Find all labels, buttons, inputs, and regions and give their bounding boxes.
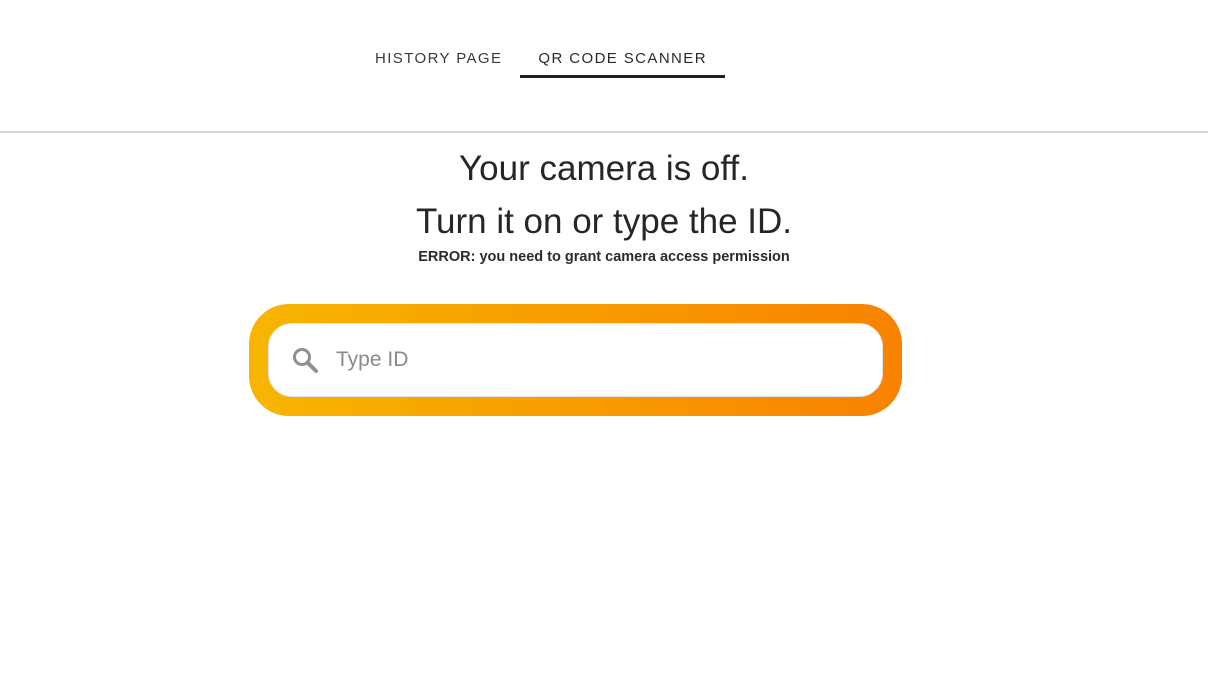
- tab-qr-code-scanner[interactable]: QR CODE SCANNER: [520, 40, 725, 78]
- search-box[interactable]: [268, 323, 883, 397]
- error-prefix: ERROR:: [418, 249, 476, 265]
- search-icon: [290, 345, 320, 375]
- error-message: ERROR: you need to grant camera access p…: [0, 249, 1208, 265]
- type-id-headline: Turn it on or type the ID.: [415, 202, 793, 241]
- main-content: Your camera is off. Turn it on or type t…: [0, 142, 1208, 265]
- tab-history-page[interactable]: HISTORY PAGE: [357, 40, 520, 78]
- camera-off-headline: Your camera is off.: [459, 149, 749, 188]
- tab-history-page-label: HISTORY PAGE: [375, 50, 503, 67]
- error-text: you need to grant camera access permissi…: [479, 249, 790, 265]
- search-frame: [249, 304, 902, 416]
- top-navigation: HISTORY PAGE QR CODE SCANNER: [0, 0, 1208, 133]
- id-search-input[interactable]: [336, 340, 836, 380]
- tab-bar: HISTORY PAGE QR CODE SCANNER: [357, 40, 725, 78]
- tab-qr-code-scanner-label: QR CODE SCANNER: [538, 50, 707, 67]
